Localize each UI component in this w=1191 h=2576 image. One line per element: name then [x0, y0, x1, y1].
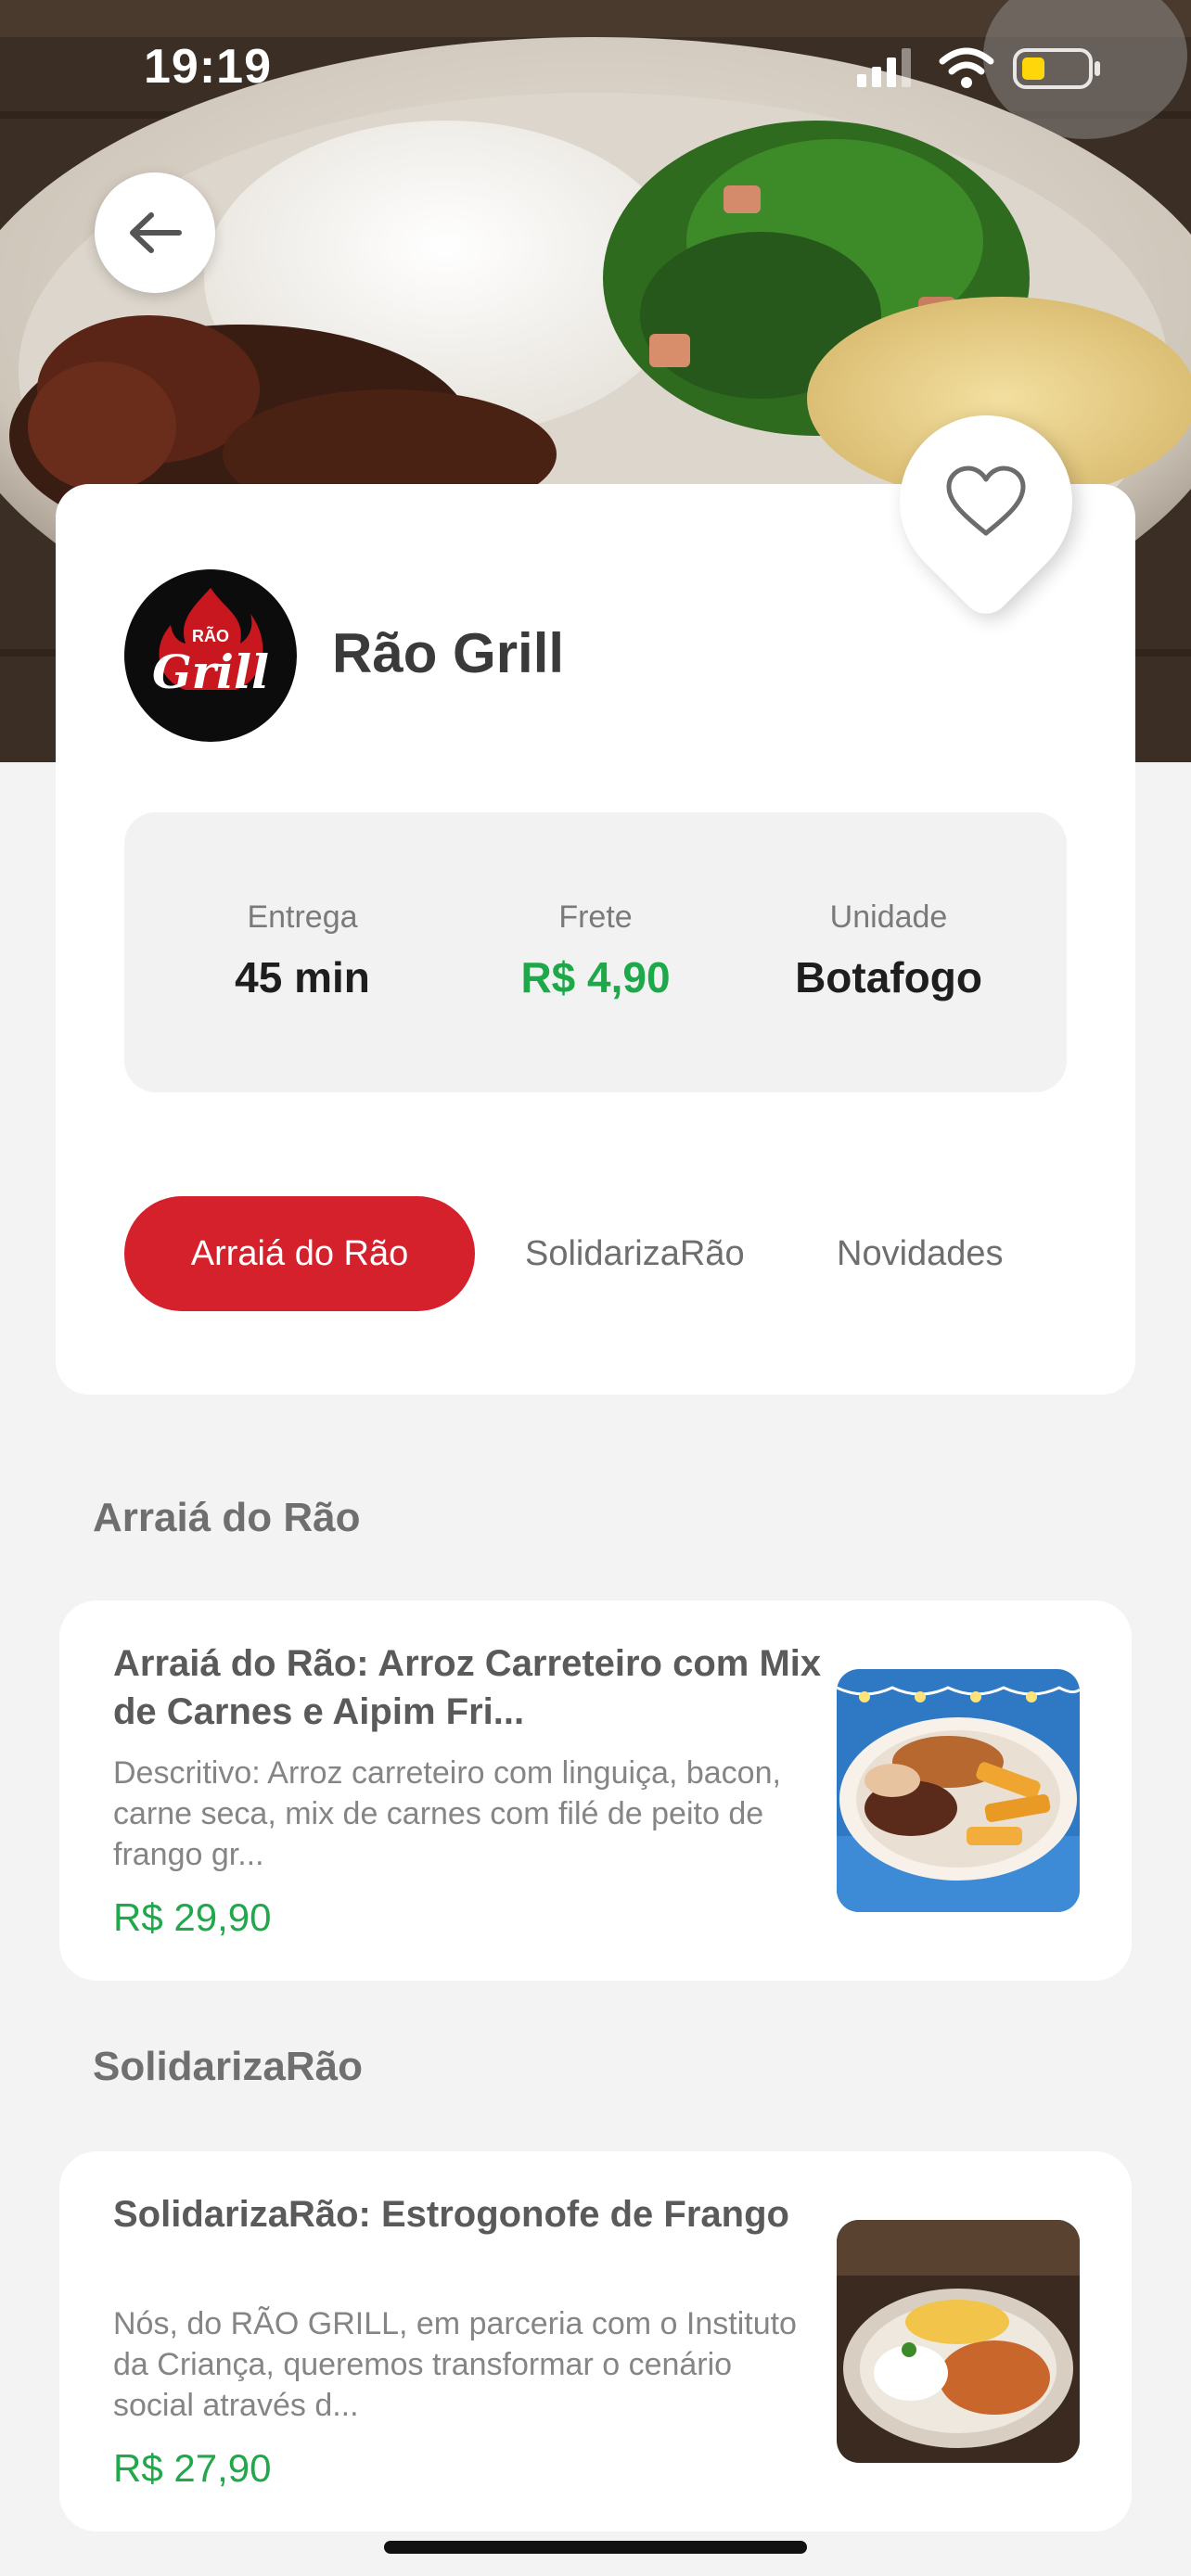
heart-outline-icon: [946, 465, 1026, 536]
cellular-signal-icon: [857, 48, 911, 87]
store-logo: RÃO Grill: [124, 569, 297, 742]
section-title-arraia: Arraiá do Rão: [93, 1495, 361, 1540]
status-time: 19:19: [144, 40, 272, 94]
product-description: Nós, do RÃO GRILL, em parceria com o Ins…: [113, 2306, 797, 2423]
status-bar: 19:19: [0, 0, 1191, 139]
store-unit-info: Unidade Botafogo: [749, 899, 1028, 1002]
delivery-time-info: Entrega 45 min: [163, 899, 442, 1002]
wifi-icon: [939, 47, 994, 88]
logo-text-top: RÃO: [192, 626, 229, 645]
unit-value: Botafogo: [795, 953, 982, 1001]
home-indicator: [384, 2541, 807, 2554]
logo-text-main: Grill: [152, 644, 269, 699]
product-image: [837, 2220, 1080, 2463]
delivery-fee-info: Frete R$ 4,90: [456, 899, 735, 1002]
delivery-value: 45 min: [235, 953, 370, 1001]
arrow-left-icon: [130, 212, 182, 253]
delivery-label: Entrega: [247, 899, 358, 935]
store-name: Rão Grill: [332, 622, 565, 684]
tab-solidarizarao[interactable]: SolidarizaRão: [525, 1196, 745, 1311]
product-name: SolidarizaRão: Estrogonofe de Frango: [113, 2194, 789, 2235]
product-card[interactable]: Arraiá do Rão: Arroz Carreteiro com Mix …: [59, 1600, 1132, 1981]
product-price: R$ 27,90: [113, 2446, 272, 2490]
tab-arraia-do-rao[interactable]: Arraiá do Rão: [124, 1196, 475, 1311]
product-description: Descritivo: Arroz carreteiro com linguiç…: [113, 1755, 781, 1872]
battery-low-icon: [1013, 48, 1100, 89]
tab-novidades[interactable]: Novidades: [837, 1196, 1004, 1311]
store-info-box: Entrega 45 min Frete R$ 4,90 Unidade Bot…: [124, 812, 1067, 1092]
product-image: [837, 1669, 1080, 1912]
category-tabs: Arraiá do Rão SolidarizaRão Novidades: [124, 1196, 1067, 1311]
back-button[interactable]: [95, 172, 215, 293]
unit-label: Unidade: [829, 899, 948, 935]
product-card[interactable]: SolidarizaRão: Estrogonofe de Frango Nós…: [59, 2151, 1132, 2531]
fee-value: R$ 4,90: [520, 953, 671, 1001]
product-price: R$ 29,90: [113, 1895, 272, 1939]
product-name: Arraiá do Rão: Arroz Carreteiro com Mix …: [113, 1643, 822, 1732]
status-icons: [853, 45, 1132, 91]
store-page: 19:19 RÃO Grill Rão Grill Entrega 45 min…: [0, 0, 1191, 2576]
fee-label: Frete: [558, 899, 633, 935]
section-title-solidarizarao: SolidarizaRão: [93, 2044, 363, 2089]
